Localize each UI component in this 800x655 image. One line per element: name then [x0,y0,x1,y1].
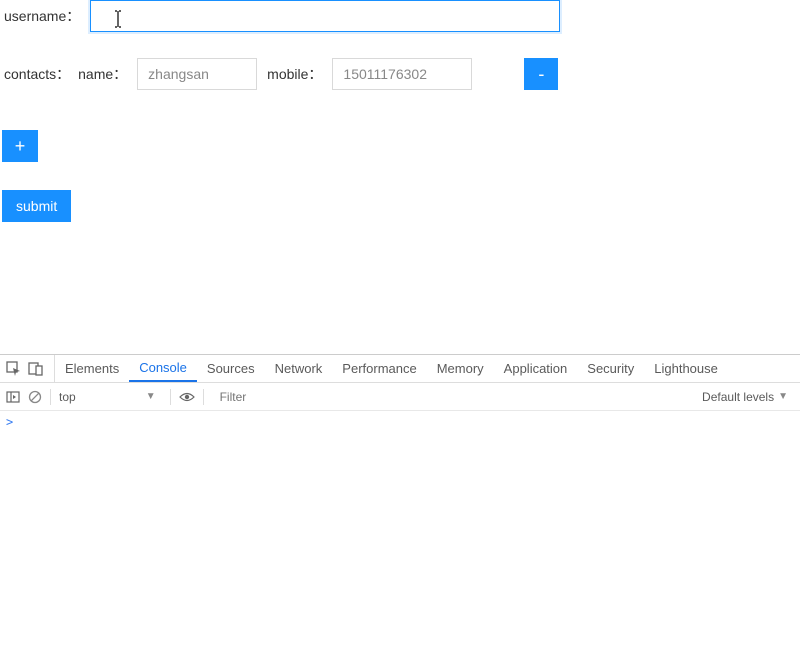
tab-network[interactable]: Network [265,355,333,382]
tab-performance[interactable]: Performance [332,355,426,382]
remove-contact-button[interactable]: - [524,58,558,90]
eye-icon[interactable] [179,390,195,404]
separator [170,389,171,405]
device-icon[interactable] [28,361,44,377]
contacts-row: contacts： name： mobile： - [0,58,800,90]
inspect-icon[interactable] [6,361,22,377]
mobile-input[interactable] [332,58,472,90]
context-label: top [59,390,76,404]
devtools-icon-group [6,355,55,382]
context-selector[interactable]: top ▼ [59,390,162,404]
submit-button[interactable]: submit [2,190,71,222]
add-contact-button[interactable]: + [2,130,38,162]
console-body[interactable]: > [0,411,800,655]
console-toolbar: top ▼ Default levels ▼ [0,383,800,411]
devtools-tabs: Elements Console Sources Network Perform… [0,355,800,383]
devtools-panel: Elements Console Sources Network Perform… [0,354,800,655]
levels-label: Default levels [702,390,774,404]
tab-sources[interactable]: Sources [197,355,265,382]
contacts-label: contacts： [0,58,74,90]
chevron-down-icon: ▼ [146,391,156,402]
username-input[interactable] [90,0,560,32]
username-label: username： [0,0,84,32]
tab-lighthouse[interactable]: Lighthouse [644,355,728,382]
separator [203,389,204,405]
tab-elements[interactable]: Elements [55,355,129,382]
sidebar-toggle-icon[interactable] [6,390,20,404]
clear-console-icon[interactable] [28,390,42,404]
tab-security[interactable]: Security [577,355,644,382]
console-filter-input[interactable] [220,383,702,410]
tab-application[interactable]: Application [494,355,578,382]
mobile-label: mobile： [263,58,326,90]
name-label: name： [74,58,131,90]
name-input[interactable] [137,58,257,90]
chevron-down-icon: ▼ [778,391,788,402]
log-levels-selector[interactable]: Default levels ▼ [702,390,794,404]
console-prompt: > [6,415,13,429]
separator [50,389,51,405]
tab-console[interactable]: Console [129,355,197,382]
tab-memory[interactable]: Memory [427,355,494,382]
form-area: username： contacts： name： mobile： - + su… [0,0,800,222]
username-row: username： [0,0,800,32]
